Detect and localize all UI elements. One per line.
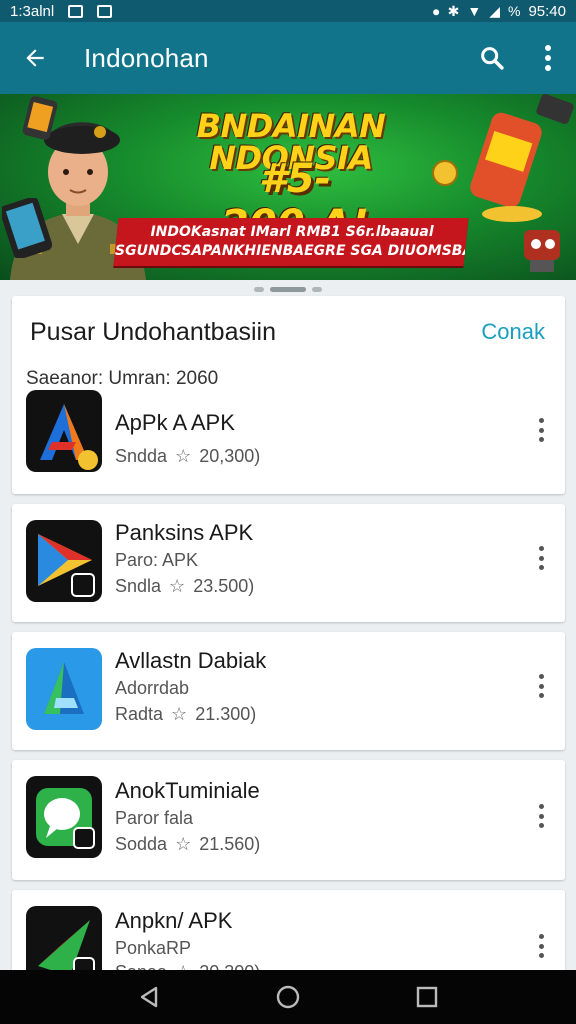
star-outline-icon: ☆ — [175, 962, 191, 970]
app-downloads: 20,300) — [199, 446, 261, 466]
app-more-button[interactable] — [531, 932, 551, 960]
notification-icon — [68, 4, 84, 18]
section-card: Pusar Undohantbasiin Conak Saeanor: Umra… — [12, 296, 565, 494]
app-publisher: Adorrdab — [115, 678, 190, 698]
banner-pager — [0, 282, 576, 296]
pager-dot[interactable] — [254, 286, 264, 292]
app-rating: Sndla ☆ 23.500) — [115, 576, 254, 597]
app-more-button[interactable] — [531, 416, 551, 444]
nav-recents-icon — [416, 986, 437, 1008]
nav-back-icon — [141, 986, 158, 1008]
section-action-link[interactable]: Conak — [481, 319, 545, 345]
robot-illustration — [524, 230, 560, 272]
page-title: Indonohan — [84, 42, 209, 73]
app-card[interactable]: Panksins APK Paro: APK Sndla ☆ 23.500) — [12, 504, 565, 622]
app-rating: Sanaa ☆ 20.300) — [115, 962, 260, 970]
ribbon-line-2: SGUNDCSAPANKHIENBAEGRE SGA DIUOMSBAI! — [115, 243, 466, 259]
star-outline-icon: ☆ — [175, 834, 192, 854]
app-category: Sndda — [115, 446, 168, 466]
app-bar: Indonohan — [0, 22, 576, 94]
app-downloads: 21.300) — [195, 704, 257, 724]
promo-banner[interactable]: BNDAINAN NDONSIA #5-200,A! INDOKasnat IM… — [0, 94, 576, 280]
chat-bubble-icon — [26, 776, 102, 858]
pager-dot-active[interactable] — [270, 286, 306, 292]
overflow-menu-button[interactable] — [520, 22, 576, 94]
app-publisher: PonkaRP — [115, 938, 192, 958]
vibrate-icon: ⦁ — [432, 3, 440, 19]
app-name: Panksins APK — [115, 520, 254, 545]
back-arrow-icon — [26, 49, 44, 67]
app-category: Sanaa — [115, 962, 167, 970]
app-rating: Sodda ☆ 21.560) — [115, 834, 260, 855]
battery-icon: % — [508, 3, 521, 19]
app-card[interactable]: Anpkn/ APK PonkaRP Sanaa ☆ 20.300) — [12, 890, 565, 970]
app-more-button[interactable] — [531, 802, 551, 830]
black-arrow-icon — [26, 906, 102, 970]
ribbon-line-1: INDOKasnat IMarl RMB1 S6r.lbaaual — [150, 224, 434, 240]
app-card[interactable]: AnokTuminiale Paror fala Sodda ☆ 21.560) — [12, 760, 565, 880]
list-item[interactable]: ApPk A APK Sndda ☆ 20,300) — [12, 388, 565, 488]
search-button[interactable] — [464, 22, 520, 94]
app-downloads: 20.300) — [199, 962, 260, 970]
app-category: Sndla — [115, 576, 162, 596]
signal-icon: ◢ — [489, 3, 500, 19]
aptoide-a-icon — [26, 390, 102, 472]
system-nav-bar — [0, 970, 576, 1024]
star-outline-icon: ☆ — [171, 704, 188, 724]
nav-home-button[interactable] — [258, 970, 318, 1024]
phone-small-illustration — [22, 96, 58, 140]
app-downloads: 21.560) — [199, 834, 261, 854]
clock: 95:40 — [528, 2, 566, 20]
play-triangle-icon — [26, 520, 102, 602]
wifi-icon: ▼ — [467, 3, 482, 19]
star-outline-icon: ☆ — [169, 576, 186, 596]
search-icon — [481, 47, 504, 70]
app-rating: Radta ☆ 21.300) — [115, 704, 256, 725]
checkbox-notification-icon — [97, 4, 113, 18]
app-publisher: Paror fala — [115, 808, 194, 828]
app-name: ApPk A APK — [115, 410, 235, 435]
app-rating: Sndda ☆ 20,300) — [115, 446, 260, 467]
blue-a-icon — [26, 648, 102, 730]
status-time: 1:3alnl — [10, 2, 55, 20]
app-publisher: Paro: APK — [115, 550, 199, 570]
bluetooth-icon: ✱ — [447, 3, 460, 19]
nav-home-icon — [276, 985, 300, 1009]
star-outline-icon: ☆ — [175, 446, 192, 466]
status-bar: 1:3alnl ⦁ ✱ ▼ ◢ % 95:40 — [0, 0, 576, 22]
phone-illustration — [2, 198, 53, 258]
app-card[interactable]: Avllastn Dabiak Adorrdab Radta ☆ 21.300) — [12, 632, 565, 750]
nav-recents-button[interactable] — [397, 970, 457, 1024]
app-name: AnokTuminiale — [115, 778, 260, 803]
back-button[interactable] — [0, 22, 70, 94]
app-category: Sodda — [115, 834, 168, 854]
app-name: Avllastn Dabiak — [115, 648, 267, 673]
app-more-button[interactable] — [531, 544, 551, 572]
app-category: Radta — [115, 704, 164, 724]
app-downloads: 23.500) — [193, 576, 255, 596]
section-title: Pusar Undohantbasiin — [30, 317, 276, 346]
nav-back-button[interactable] — [119, 970, 179, 1024]
app-name: Anpkn/ APK — [115, 908, 233, 933]
section-subtitle: Saeanor: Umran: 2060 — [26, 368, 219, 389]
pager-dot[interactable] — [312, 286, 322, 292]
overflow-menu-icon — [545, 45, 551, 71]
banner-ribbon: INDOKasnat IMarl RMB1 S6r.lbaaual SGUNDC… — [113, 218, 469, 266]
app-more-button[interactable] — [531, 672, 551, 700]
phone-right-illustration — [536, 94, 574, 125]
